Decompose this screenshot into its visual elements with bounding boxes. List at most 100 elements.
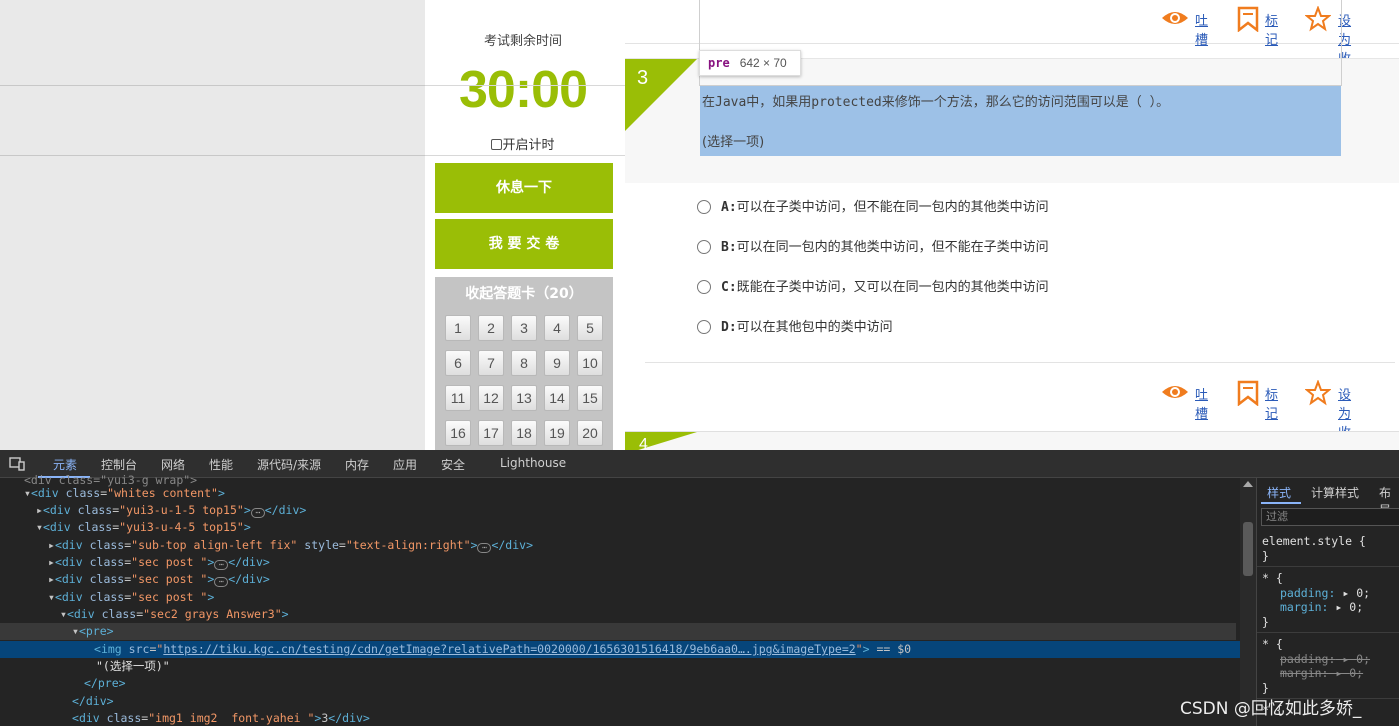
divider-line xyxy=(425,155,625,156)
dom-scrollbar[interactable] xyxy=(1240,478,1256,726)
eye-icon[interactable] xyxy=(1160,380,1190,404)
option-text: 可以在子类中访问，但不能在同一包内的其他类中访问 xyxy=(736,200,1049,215)
mark-link[interactable]: 标记 xyxy=(1265,384,1278,422)
dom-node-hovered[interactable]: ▾<pre> xyxy=(0,623,1236,640)
computed-tab[interactable]: 计算样式 xyxy=(1311,484,1359,501)
devtools-tab-console[interactable]: 控制台 xyxy=(101,456,137,473)
inspector-tooltip: pre 642 × 70 xyxy=(699,50,801,76)
answer-card-number[interactable]: 12 xyxy=(478,385,504,411)
radio-b[interactable] xyxy=(697,240,711,254)
rest-button[interactable]: 休息一下 xyxy=(435,163,613,213)
answer-card-number[interactable]: 13 xyxy=(511,385,537,411)
answer-card-number[interactable]: 15 xyxy=(577,385,603,411)
answer-card-number[interactable]: 5 xyxy=(577,315,603,341)
divider-line xyxy=(0,85,425,86)
answer-card-number[interactable]: 14 xyxy=(544,385,570,411)
device-toggle-icon[interactable] xyxy=(9,457,25,471)
rule-brace: } xyxy=(1262,615,1269,629)
answer-card-number[interactable]: 6 xyxy=(445,350,471,376)
dom-node[interactable]: ▸<div class="yui3-u-1-5 top15"> ⋯ </div> xyxy=(0,502,1240,519)
answer-card: 收起答题卡（20） 1 2 3 4 5 6 7 8 9 10 11 12 13 … xyxy=(435,277,613,450)
element-style-rule[interactable]: element.style { xyxy=(1262,534,1366,548)
dom-node[interactable]: ▸<div class="sub-top align-left fix" sty… xyxy=(0,537,1240,554)
answer-card-number[interactable]: 17 xyxy=(478,420,504,446)
css-prop-margin-overridden[interactable]: margin: ▸ 0; xyxy=(1280,666,1363,680)
collapsed-dots[interactable]: ⋯ xyxy=(214,577,229,587)
styles-filter-input[interactable]: 过滤 xyxy=(1261,508,1399,526)
answer-card-number[interactable]: 4 xyxy=(544,315,570,341)
css-prop-padding[interactable]: padding: ▸ 0; xyxy=(1280,586,1370,600)
radio-c[interactable] xyxy=(697,280,711,294)
dom-text-node[interactable]: "(选择一项)" xyxy=(0,658,1240,675)
dom-node[interactable]: ▾<div class="sec post "> xyxy=(0,589,1240,606)
dom-node[interactable]: ▾<div class="whites content"> xyxy=(0,485,1240,502)
devtools-tab-elements[interactable]: 元素 xyxy=(53,456,77,473)
devtools-tab-memory[interactable]: 内存 xyxy=(345,456,369,473)
scrollbar-thumb[interactable] xyxy=(1243,522,1253,576)
dom-node[interactable]: ▸<div class="sec post "> ⋯ </div> xyxy=(0,554,1240,571)
submit-exam-button[interactable]: 我 要 交 卷 xyxy=(435,219,613,269)
answer-card-number[interactable]: 11 xyxy=(445,385,471,411)
tooltip-tag: pre xyxy=(708,56,730,70)
option-d[interactable]: D:可以在其他包中的类中访问 xyxy=(697,319,893,339)
radio-a[interactable] xyxy=(697,200,711,214)
styles-pane: 样式 计算样式 布局 过滤 element.style { } * { padd… xyxy=(1256,478,1399,726)
rule-selector[interactable]: * { xyxy=(1262,637,1283,651)
css-prop-padding-overridden[interactable]: padding: ▸ 0; xyxy=(1280,652,1370,666)
rule-brace: } xyxy=(1262,681,1269,695)
dom-node[interactable]: </pre> xyxy=(0,675,1240,692)
answer-card-number[interactable]: 16 xyxy=(445,420,471,446)
answer-card-number[interactable]: 3 xyxy=(511,315,537,341)
dom-node[interactable]: <div class="img1 img2 font-yahei ">3</di… xyxy=(0,710,1240,726)
devtools-tab-security[interactable]: 安全 xyxy=(441,456,465,473)
scroll-up-icon[interactable] xyxy=(1243,481,1253,487)
devtools-tab-lighthouse[interactable]: Lighthouse xyxy=(500,456,566,470)
question-text: 在Java中，如果用protected来修饰一个方法，那么它的访问范围可以是（ … xyxy=(702,95,1170,110)
divider-line xyxy=(425,85,625,86)
timer-value: 30:00 xyxy=(459,61,588,119)
timer-toggle[interactable]: 开启计时 xyxy=(425,134,621,153)
styles-tab[interactable]: 样式 xyxy=(1267,484,1291,501)
rule-separator xyxy=(1257,566,1399,567)
bookmark-icon[interactable] xyxy=(1237,380,1259,406)
answer-card-number[interactable]: 8 xyxy=(511,350,537,376)
css-prop-margin[interactable]: margin: ▸ 0; xyxy=(1280,600,1363,614)
dom-node-selected[interactable]: <img src="https://tiku.kgc.cn/testing/cd… xyxy=(0,641,1240,658)
rule-selector[interactable]: * { xyxy=(1262,571,1283,585)
collapsed-dots[interactable]: ⋯ xyxy=(250,508,265,518)
answer-card-number[interactable]: 9 xyxy=(544,350,570,376)
option-key: A: xyxy=(721,200,737,215)
collapsed-dots[interactable]: ⋯ xyxy=(477,543,492,553)
option-key: D: xyxy=(721,320,737,335)
devtools-tab-network[interactable]: 网络 xyxy=(161,456,185,473)
rule-brace: } xyxy=(1262,549,1269,563)
question-number: 3 xyxy=(637,67,649,89)
answer-card-number[interactable]: 10 xyxy=(577,350,603,376)
devtools-tab-performance[interactable]: 性能 xyxy=(209,456,233,473)
collapsed-dots[interactable]: ⋯ xyxy=(214,560,229,570)
timer-checkbox[interactable] xyxy=(491,139,503,150)
option-text: 可以在同一包内的其他类中访问，但不能在子类中访问 xyxy=(736,240,1049,255)
dom-node[interactable]: ▾<div class="sec2 grays Answer3"> xyxy=(0,606,1240,623)
answer-card-number[interactable]: 20 xyxy=(577,420,603,446)
devtools-tab-application[interactable]: 应用 xyxy=(393,456,417,473)
answer-card-number[interactable]: 2 xyxy=(478,315,504,341)
option-text: 既能在子类中访问，又可以在同一包内的其他类中访问 xyxy=(736,280,1049,295)
dom-node[interactable]: ▾<div class="yui3-u-4-5 top15"> xyxy=(0,519,1240,536)
answer-card-number[interactable]: 1 xyxy=(445,315,471,341)
answer-card-number[interactable]: 18 xyxy=(511,420,537,446)
dom-node[interactable]: ▸<div class="sec post "> ⋯ </div> xyxy=(0,571,1240,588)
radio-d[interactable] xyxy=(697,320,711,334)
page: 考试剩余时间 30:00 开启计时 休息一下 我 要 交 卷 收起答题卡（20）… xyxy=(0,0,1399,726)
answer-card-number[interactable]: 7 xyxy=(478,350,504,376)
star-icon[interactable] xyxy=(1305,380,1331,406)
option-c[interactable]: C:既能在子类中访问，又可以在同一包内的其他类中访问 xyxy=(697,279,1049,299)
answer-card-number[interactable]: 19 xyxy=(544,420,570,446)
option-a[interactable]: A:可以在子类中访问，但不能在同一包内的其他类中访问 xyxy=(697,199,1049,219)
watermark: CSDN @回忆如此多娇_ xyxy=(1180,699,1362,719)
answer-card-toggle[interactable]: 收起答题卡（20） xyxy=(435,283,613,303)
option-b[interactable]: B:可以在同一包内的其他类中访问，但不能在子类中访问 xyxy=(697,239,1049,259)
dom-node[interactable]: </div> xyxy=(0,693,1240,710)
devtools-tab-sources[interactable]: 源代码/来源 xyxy=(257,456,321,473)
complain-link[interactable]: 吐槽 xyxy=(1195,384,1208,422)
